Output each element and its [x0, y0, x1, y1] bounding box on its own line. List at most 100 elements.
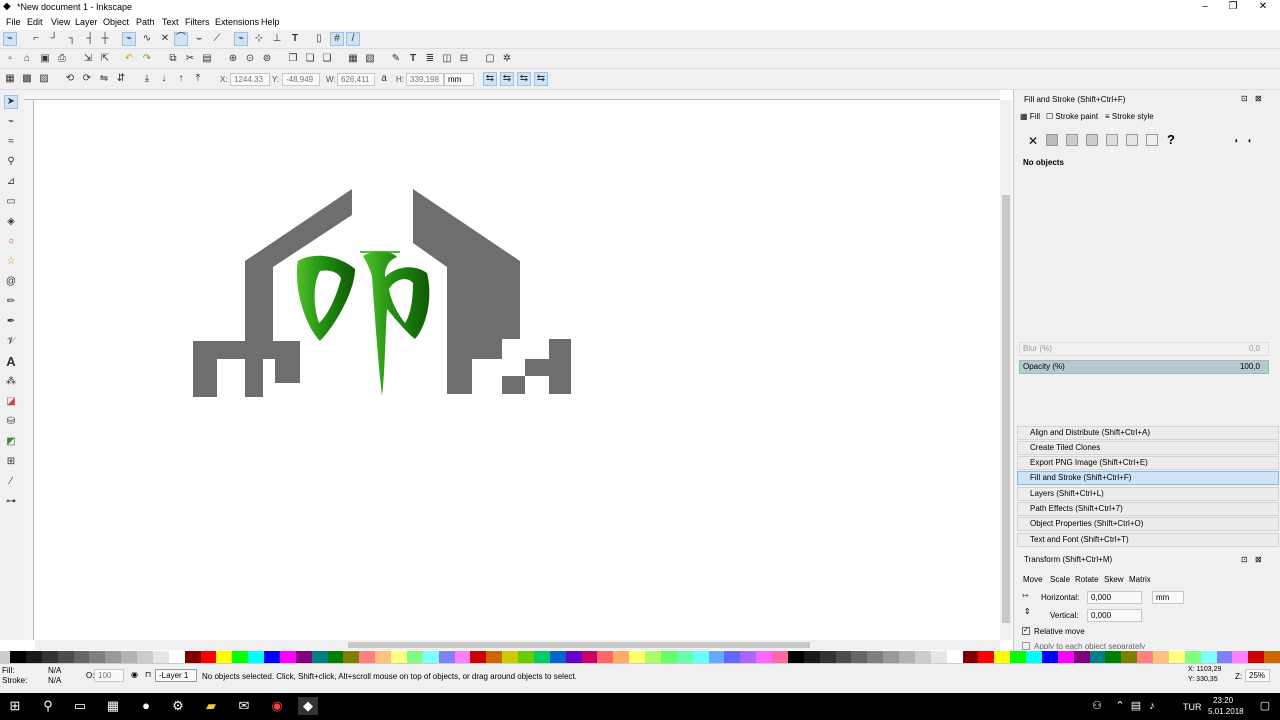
layers-icon[interactable]: ≣: [423, 52, 437, 66]
zoom-drawing-icon[interactable]: ⊙: [243, 52, 257, 66]
flip-vertical-icon[interactable]: ⇵: [114, 72, 128, 86]
snap-cusp-icon[interactable]: ⌒: [174, 32, 188, 46]
zoom-page-icon[interactable]: ⊚: [260, 52, 274, 66]
palette-swatch[interactable]: [264, 651, 280, 663]
tab-fill[interactable]: ▦ Fill: [1020, 112, 1040, 121]
node-tool-icon[interactable]: ⌁: [4, 115, 18, 129]
palette-swatch[interactable]: [1216, 651, 1233, 663]
unset-paint-icon[interactable]: ?: [1167, 132, 1175, 147]
scale-stroke-icon[interactable]: ⇆: [483, 72, 497, 86]
linear-gradient-icon[interactable]: [1066, 134, 1078, 146]
people-icon[interactable]: ⚇: [1087, 697, 1107, 715]
dialog-object-properties[interactable]: Object Properties (Shift+Ctrl+O): [1017, 517, 1279, 531]
palette-swatch[interactable]: [200, 651, 217, 663]
menu-layer[interactable]: Layer: [75, 17, 98, 27]
paste-icon[interactable]: ▤: [200, 52, 214, 66]
h-field[interactable]: 339,198: [406, 73, 444, 86]
dialog-path-effects[interactable]: Path Effects (Shift+Ctrl+7): [1017, 502, 1279, 516]
zoom-field[interactable]: 25%: [1245, 669, 1270, 682]
palette-swatch[interactable]: [645, 651, 661, 663]
swatch-icon[interactable]: [1146, 134, 1158, 146]
group-icon[interactable]: ▦: [346, 52, 360, 66]
close-transform-icon[interactable]: ⊠: [1255, 555, 1262, 564]
palette-swatch[interactable]: [1105, 651, 1122, 663]
menu-help[interactable]: Help: [261, 17, 280, 27]
tab-matrix[interactable]: Matrix: [1129, 575, 1151, 584]
layer-lock-icon[interactable]: ⊓: [145, 670, 151, 679]
tab-scale[interactable]: Scale: [1050, 575, 1070, 584]
star-tool-icon[interactable]: ☆: [4, 255, 18, 269]
palette-swatch[interactable]: [660, 651, 677, 663]
palette-swatch[interactable]: [1184, 651, 1201, 663]
menu-edit[interactable]: Edit: [27, 17, 43, 27]
tab-stroke-paint[interactable]: ☐ Stroke paint: [1046, 112, 1098, 121]
rotate-ccw-icon[interactable]: ⟲: [63, 72, 77, 86]
snap-bbox-corner-icon[interactable]: ┐: [65, 32, 79, 46]
search-icon[interactable]: ⚲: [38, 697, 58, 715]
snap-nodes-icon[interactable]: ⌁: [122, 32, 136, 46]
tab-stroke-style[interactable]: ≡ Stroke style: [1105, 112, 1154, 121]
palette-swatch[interactable]: [549, 651, 566, 663]
palette-swatch[interactable]: [867, 651, 884, 663]
palette-swatch[interactable]: [1010, 651, 1027, 663]
language-indicator[interactable]: TUR: [1183, 702, 1202, 712]
palette-swatch[interactable]: [1026, 651, 1042, 663]
menu-filters[interactable]: Filters: [185, 17, 210, 27]
document-properties-icon[interactable]: ▢: [483, 52, 497, 66]
settings-icon[interactable]: ⚙: [168, 697, 188, 715]
move-unit-select[interactable]: mm: [1152, 591, 1184, 604]
notifications-icon[interactable]: ▢: [1255, 697, 1275, 715]
palette-swatch[interactable]: [676, 651, 693, 663]
palette-swatch[interactable]: [1137, 651, 1154, 663]
close-icon[interactable]: ✕: [1248, 0, 1278, 15]
palette-swatch[interactable]: [1168, 651, 1185, 663]
snap-center-icon[interactable]: ⊹: [252, 32, 266, 46]
palette-swatch[interactable]: [10, 651, 26, 663]
snap-bbox-edge-icon[interactable]: ┘: [47, 32, 61, 46]
snap-midpoint-icon[interactable]: ⟋: [210, 32, 224, 46]
palette-swatch[interactable]: [708, 651, 725, 663]
export-icon[interactable]: ⇱: [98, 52, 112, 66]
palette-swatch[interactable]: [73, 651, 90, 663]
palette-swatch[interactable]: [454, 651, 471, 663]
minimize-icon[interactable]: –: [1190, 0, 1220, 15]
menu-path[interactable]: Path: [136, 17, 155, 27]
no-paint-icon[interactable]: ✕: [1028, 134, 1038, 148]
menu-text[interactable]: Text: [162, 17, 179, 27]
pencil-tool-icon[interactable]: ✏: [4, 295, 18, 309]
chrome-icon[interactable]: ◉: [267, 697, 287, 715]
palette-swatch[interactable]: [41, 651, 58, 663]
spiral-tool-icon[interactable]: @: [4, 275, 18, 289]
mesh-gradient-icon[interactable]: [1106, 134, 1118, 146]
import-icon[interactable]: ⇲: [81, 52, 95, 66]
dialog-fill-stroke[interactable]: Fill and Stroke (Shift+Ctrl+F): [1017, 471, 1279, 485]
palette-swatch[interactable]: [438, 651, 455, 663]
maximize-icon[interactable]: ❐: [1218, 0, 1248, 15]
move-patterns-icon[interactable]: ⇆: [534, 72, 548, 86]
menu-file[interactable]: File: [6, 17, 21, 27]
task-view-icon[interactable]: ▭: [70, 697, 90, 715]
relative-move-checkbox[interactable]: ✓: [1022, 627, 1030, 635]
palette-swatch[interactable]: [581, 651, 598, 663]
palette-swatch[interactable]: [57, 651, 74, 663]
rotate-cw-icon[interactable]: ⟳: [80, 72, 94, 86]
open-file-icon[interactable]: ⌂: [20, 52, 34, 66]
flat-color-icon[interactable]: [1046, 134, 1058, 146]
rectangle-tool-icon[interactable]: ▭: [4, 195, 18, 209]
palette-swatch[interactable]: [946, 651, 963, 663]
snap-rotation-icon[interactable]: ⊥: [270, 32, 284, 46]
pen-tool-icon[interactable]: ✒: [4, 315, 18, 329]
palette-swatch[interactable]: [121, 651, 138, 663]
float-dialog-icon[interactable]: ⊡: [1241, 94, 1248, 103]
zoom-tool-icon[interactable]: ⚲: [4, 155, 18, 169]
eraser-tool-icon[interactable]: ◪: [4, 395, 18, 409]
volume-icon[interactable]: ♪: [1142, 697, 1162, 715]
raise-icon[interactable]: ↑: [174, 72, 188, 86]
palette-swatch[interactable]: [168, 651, 185, 663]
dialog-export-png[interactable]: Export PNG Image (Shift+Ctrl+E): [1017, 456, 1279, 470]
palette-swatch[interactable]: [994, 651, 1011, 663]
vertical-scrollbar[interactable]: [1000, 100, 1012, 640]
vertical-field[interactable]: 0,000: [1087, 609, 1142, 622]
palette-swatch[interactable]: [359, 651, 376, 663]
palette-swatch[interactable]: [422, 651, 439, 663]
